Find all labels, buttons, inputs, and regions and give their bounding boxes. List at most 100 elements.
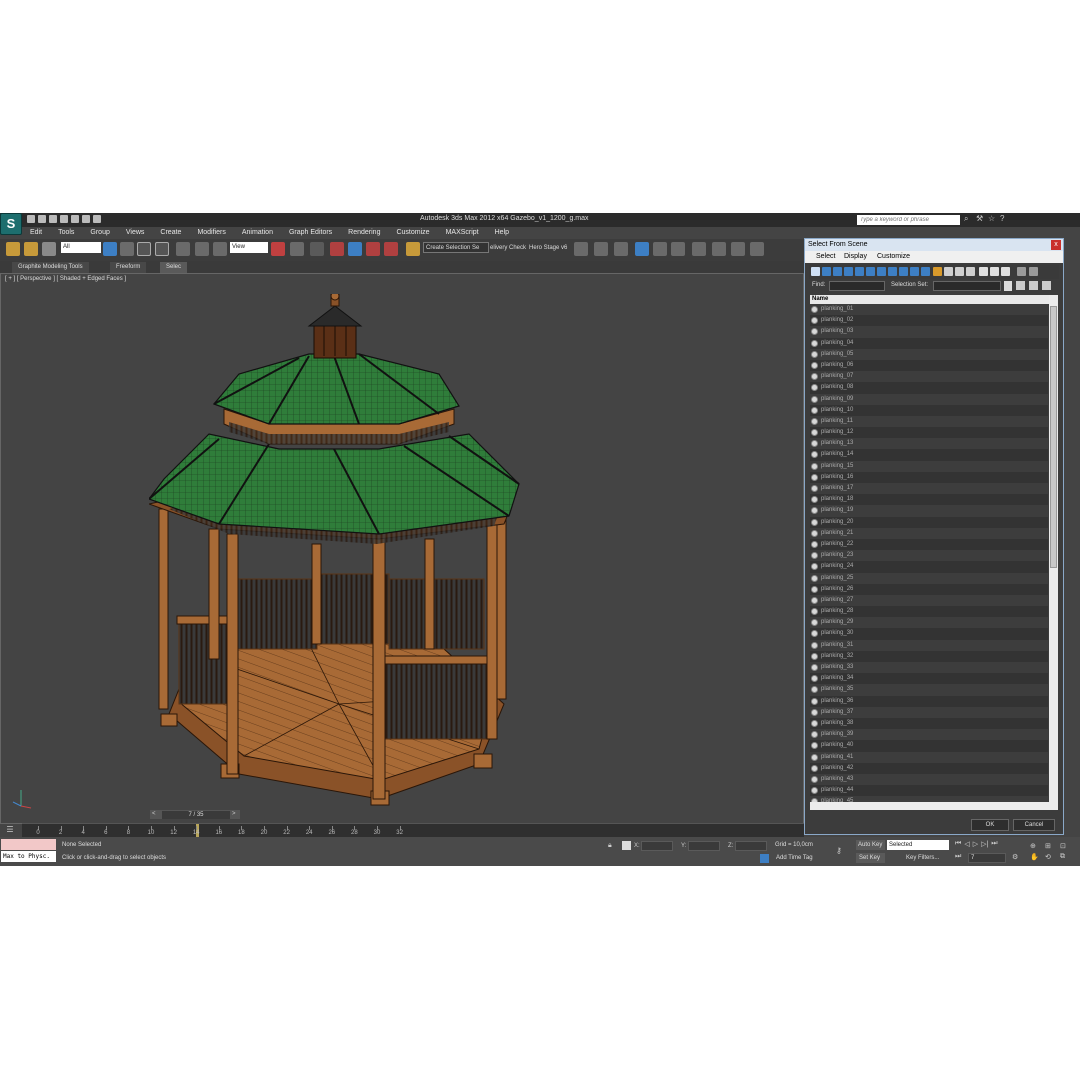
list-item[interactable]: planking_13 bbox=[810, 438, 1048, 450]
prev-key-icon[interactable]: ◁ bbox=[964, 840, 969, 848]
list-item[interactable]: planking_31 bbox=[810, 639, 1048, 651]
vertical-scroll-thumb[interactable] bbox=[1050, 306, 1057, 568]
schematic-view-icon[interactable] bbox=[671, 242, 685, 256]
help-icon[interactable]: ? bbox=[1000, 215, 1008, 223]
help-search-input[interactable] bbox=[857, 215, 960, 225]
list-item[interactable]: planking_21 bbox=[810, 527, 1048, 539]
goto-start-icon[interactable]: ⏮ bbox=[955, 840, 961, 848]
select-object-icon[interactable] bbox=[103, 242, 117, 256]
lock-icon[interactable]: 🔒︎ bbox=[608, 842, 612, 850]
display-hidden-icon[interactable] bbox=[933, 267, 942, 276]
dialog-menu-select[interactable]: Select bbox=[816, 253, 835, 260]
undo-icon[interactable] bbox=[60, 215, 68, 223]
new-file-icon[interactable] bbox=[27, 215, 35, 223]
select-invert-icon[interactable] bbox=[1001, 267, 1010, 276]
find-input[interactable] bbox=[829, 281, 885, 291]
current-frame-field[interactable]: 7 bbox=[968, 853, 1006, 863]
zoom-all-icon[interactable]: ⊞ bbox=[1045, 842, 1051, 850]
pan-icon[interactable]: ✋ bbox=[1030, 853, 1039, 861]
add-selset-icon[interactable] bbox=[1016, 281, 1025, 290]
horizontal-scrollbar[interactable] bbox=[810, 802, 1058, 810]
list-item[interactable]: planking_42 bbox=[810, 763, 1048, 774]
named-selection-set-select[interactable]: Create Selection Se bbox=[423, 242, 489, 253]
pivot-center-icon[interactable] bbox=[271, 242, 285, 256]
selection-set-select[interactable] bbox=[933, 281, 1001, 291]
render-production-icon[interactable] bbox=[750, 242, 764, 256]
dialog-menu-display[interactable]: Display bbox=[844, 253, 867, 260]
mirror-icon[interactable] bbox=[574, 242, 588, 256]
list-item[interactable]: planking_40 bbox=[810, 740, 1048, 751]
menu-tools[interactable]: Tools bbox=[50, 227, 82, 239]
angle-snap-icon[interactable] bbox=[348, 242, 362, 256]
list-item[interactable]: planking_41 bbox=[810, 751, 1048, 763]
gazebo-model[interactable] bbox=[149, 294, 521, 814]
viewport-label[interactable]: [ + ] [ Perspective ] [ Shaded + Edged F… bbox=[5, 276, 126, 282]
rectangular-selection-icon[interactable] bbox=[137, 242, 151, 256]
absolute-mode-icon[interactable] bbox=[622, 841, 631, 850]
menu-animation[interactable]: Animation bbox=[234, 227, 281, 239]
display-lights-icon[interactable] bbox=[833, 267, 842, 276]
next-frame-button[interactable]: > bbox=[232, 811, 236, 817]
list-header[interactable]: Name bbox=[810, 295, 1054, 304]
list-item[interactable]: planking_39 bbox=[810, 729, 1048, 741]
list-item[interactable]: planking_17 bbox=[810, 483, 1048, 495]
open-file-icon[interactable] bbox=[38, 215, 46, 223]
list-item[interactable]: planking_26 bbox=[810, 584, 1048, 595]
curve-editor-icon[interactable] bbox=[653, 242, 667, 256]
list-item[interactable]: planking_09 bbox=[810, 393, 1048, 405]
list-item[interactable]: planking_23 bbox=[810, 550, 1048, 562]
y-coordinate-field[interactable] bbox=[688, 841, 720, 851]
list-item[interactable]: planking_15 bbox=[810, 460, 1048, 472]
menu-maxscript[interactable]: MAXScript bbox=[438, 227, 487, 239]
column-name-header[interactable]: Name bbox=[812, 296, 828, 302]
tab-freeform[interactable]: Freeform bbox=[110, 262, 147, 273]
dialog-close-button[interactable]: x bbox=[1051, 240, 1061, 250]
star-icon[interactable]: ☆ bbox=[988, 215, 996, 223]
trackbar[interactable]: 0 2 4 6 8 10 12 14 16 18 20 22 24 26 28 30 32 bbox=[22, 823, 804, 837]
sync-selset-icon[interactable] bbox=[1042, 281, 1051, 290]
list-item[interactable]: planking_12 bbox=[810, 427, 1048, 438]
filter-icon[interactable] bbox=[1017, 267, 1026, 276]
display-shapes-icon[interactable] bbox=[822, 267, 831, 276]
maxscript-listener-input[interactable] bbox=[1, 839, 56, 850]
menu-graph-editors[interactable]: Graph Editors bbox=[281, 227, 340, 239]
list-item[interactable]: planking_34 bbox=[810, 673, 1048, 684]
menu-customize[interactable]: Customize bbox=[388, 227, 437, 239]
select-manipulate-icon[interactable] bbox=[290, 242, 304, 256]
list-item[interactable]: planking_19 bbox=[810, 505, 1048, 517]
reference-coordinate-select[interactable]: View bbox=[230, 242, 268, 253]
list-item[interactable]: planking_08 bbox=[810, 382, 1048, 393]
percent-snap-icon[interactable] bbox=[366, 242, 380, 256]
options-icon[interactable] bbox=[1029, 267, 1038, 276]
list-item[interactable]: planking_10 bbox=[810, 405, 1048, 416]
list-item[interactable]: planking_29 bbox=[810, 617, 1048, 629]
orbit-icon[interactable]: ⟲ bbox=[1045, 853, 1051, 861]
time-tag-icon[interactable] bbox=[760, 854, 769, 863]
maximize-viewport-icon[interactable]: ⧉ bbox=[1060, 853, 1065, 861]
z-coordinate-field[interactable] bbox=[735, 841, 767, 851]
display-groups-icon[interactable] bbox=[877, 267, 886, 276]
list-item[interactable]: planking_20 bbox=[810, 517, 1048, 528]
key-mode-toggle-icon[interactable]: ⏭ bbox=[955, 853, 961, 861]
layer-manager-icon[interactable] bbox=[614, 242, 628, 256]
window-crossing-icon[interactable] bbox=[155, 242, 169, 256]
key-icon[interactable]: ⚷ bbox=[836, 846, 842, 855]
selection-filter-select[interactable]: All bbox=[61, 242, 101, 253]
list-item[interactable]: planking_02 bbox=[810, 315, 1048, 326]
menu-rendering[interactable]: Rendering bbox=[340, 227, 388, 239]
list-item[interactable]: planking_28 bbox=[810, 606, 1048, 617]
scale-icon[interactable] bbox=[213, 242, 227, 256]
display-invert-icon[interactable] bbox=[966, 267, 975, 276]
graphite-toggle-icon[interactable] bbox=[635, 242, 649, 256]
list-item[interactable]: planking_44 bbox=[810, 785, 1048, 796]
list-item[interactable]: planking_06 bbox=[810, 360, 1048, 371]
display-none-icon[interactable] bbox=[955, 267, 964, 276]
list-item[interactable]: planking_32 bbox=[810, 651, 1048, 662]
display-helpers-icon[interactable] bbox=[855, 267, 864, 276]
remove-selset-icon[interactable] bbox=[1029, 281, 1038, 290]
list-item[interactable]: planking_30 bbox=[810, 628, 1048, 639]
delivery-check-label[interactable]: elivery Check bbox=[490, 245, 526, 251]
display-xrefs-icon[interactable] bbox=[888, 267, 897, 276]
list-item[interactable]: planking_14 bbox=[810, 449, 1048, 460]
time-config-icon[interactable]: ⚙ bbox=[1012, 853, 1018, 861]
